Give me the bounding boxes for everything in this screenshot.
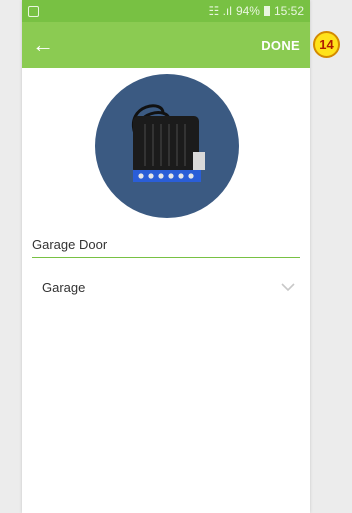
status-right: ☷ .ıl 94% 15:52 [209, 4, 305, 18]
relay-module-icon [131, 104, 205, 182]
back-arrow-icon[interactable]: ← [32, 34, 54, 56]
room-selected-value: Garage [42, 279, 86, 295]
battery-icon [263, 6, 270, 16]
phone-screen: ☷ .ıl 94% 15:52 ← DONE Garage Door Garag… [22, 0, 310, 513]
page: ☷ .ıl 94% 15:52 ← DONE Garage Door Garag… [0, 0, 352, 513]
room-dropdown[interactable]: Garage [32, 274, 300, 300]
signal-icon: ☷ .ıl [208, 4, 232, 18]
status-bar: ☷ .ıl 94% 15:52 [22, 0, 310, 22]
step-number-badge: 14 [313, 31, 340, 58]
battery-percent: 94% [235, 4, 260, 18]
done-button[interactable]: DONE [261, 38, 300, 53]
device-name-field[interactable] [32, 236, 300, 258]
chevron-down-icon [281, 283, 295, 292]
status-time: 15:52 [273, 4, 304, 18]
device-image[interactable] [95, 74, 239, 218]
sim-icon [28, 5, 39, 17]
app-bar: ← DONE [22, 22, 310, 68]
